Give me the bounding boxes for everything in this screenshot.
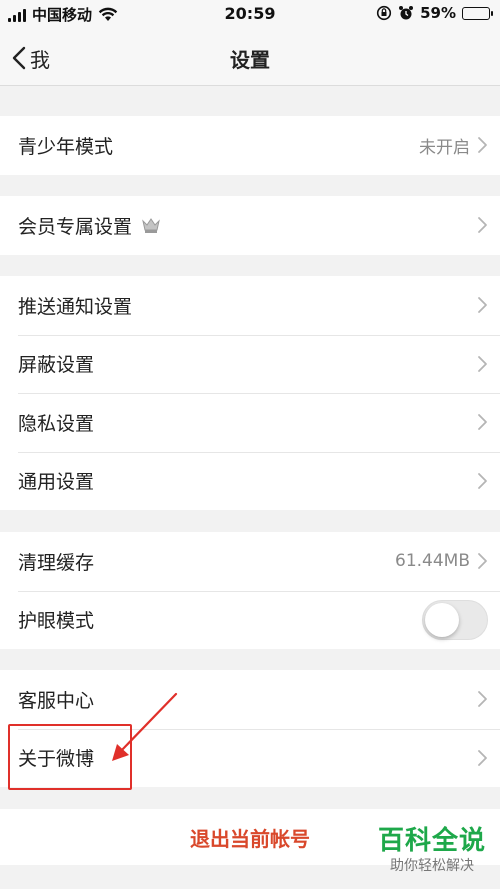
- status-bar: 中国移动 20:59 59%: [0, 0, 500, 30]
- row-label: 护眼模式: [18, 610, 95, 633]
- nav-bar: 我 设置: [0, 30, 500, 86]
- battery-percent: 59%: [420, 4, 456, 22]
- row-label: 屏蔽设置: [18, 354, 95, 377]
- cache-size-value: 61.44MB: [395, 551, 470, 572]
- chevron-right-icon: [478, 217, 487, 234]
- row-label: 客服中心: [18, 689, 95, 712]
- orientation-lock-icon: [376, 5, 392, 21]
- toggle-knob: [425, 602, 459, 637]
- page-title: 设置: [230, 48, 270, 72]
- chevron-right-icon: [478, 472, 487, 489]
- chevron-right-icon: [478, 355, 487, 372]
- push-notification-row[interactable]: 推送通知设置: [0, 276, 500, 335]
- row-label: 通用设置: [18, 471, 95, 494]
- watermark-title: 百科全说: [377, 826, 486, 856]
- eye-protection-row: 护眼模式: [0, 590, 500, 650]
- chevron-right-icon: [478, 137, 487, 154]
- chevron-right-icon: [478, 749, 487, 766]
- alarm-icon: [399, 6, 414, 20]
- watermark-subtitle: 助你轻松解决: [389, 858, 474, 874]
- row-label: 推送通知设置: [18, 295, 133, 318]
- block-settings-row[interactable]: 屏蔽设置: [0, 334, 500, 394]
- customer-service-row[interactable]: 客服中心: [0, 670, 500, 729]
- clear-cache-row[interactable]: 清理缓存 61.44MB: [0, 532, 500, 591]
- settings-group-vip: 会员专属设置: [0, 196, 500, 255]
- annotation-arrow-icon: [112, 692, 178, 761]
- row-label: 青少年模式: [18, 135, 114, 158]
- row-label: 会员专属设置: [18, 215, 133, 238]
- crown-icon: [140, 214, 162, 236]
- vip-settings-row[interactable]: 会员专属设置: [0, 196, 500, 255]
- row-label: 清理缓存: [18, 551, 95, 574]
- privacy-settings-row[interactable]: 隐私设置: [0, 393, 500, 452]
- eye-protection-toggle[interactable]: [422, 599, 488, 640]
- battery-icon: [462, 6, 493, 20]
- chevron-right-icon: [478, 691, 487, 708]
- row-label: 隐私设置: [18, 412, 95, 435]
- chevron-right-icon: [478, 414, 487, 431]
- settings-group-general: 推送通知设置 屏蔽设置 隐私设置 通用设置: [0, 276, 500, 510]
- chevron-right-icon: [478, 553, 487, 570]
- general-settings-row[interactable]: 通用设置: [0, 451, 500, 511]
- settings-group-teen: 青少年模式 未开启: [0, 116, 500, 175]
- watermark-logo: 百科全说 助你轻松解决: [378, 820, 486, 875]
- row-value: 未开启: [419, 137, 470, 158]
- settings-group-storage: 清理缓存 61.44MB 护眼模式: [0, 532, 500, 649]
- status-right: 59%: [376, 4, 493, 22]
- chevron-right-icon: [478, 297, 487, 314]
- teen-mode-row[interactable]: 青少年模式 未开启: [0, 116, 500, 175]
